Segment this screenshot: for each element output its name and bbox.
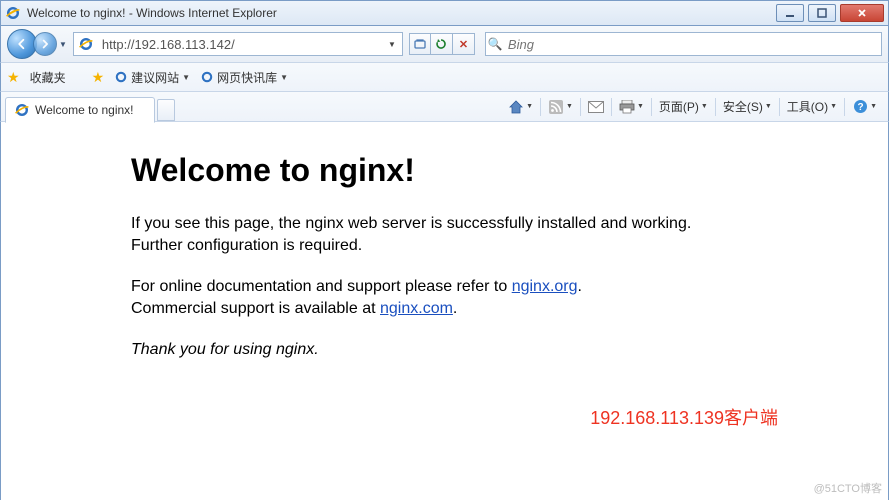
watermark: @51CTO博客	[814, 480, 882, 496]
nginx-com-link[interactable]: nginx.com	[380, 300, 453, 317]
close-button[interactable]	[840, 4, 884, 22]
nav-bar: ▼ ▼ ✕ 🔍	[0, 26, 889, 62]
favorites-bar: ★ 收藏夹 ★ 建议网站 ▼ 网页快讯库 ▼	[0, 62, 889, 92]
search-input[interactable]	[504, 35, 881, 54]
page-heading: Welcome to nginx!	[131, 152, 848, 189]
tab-icon	[14, 102, 30, 118]
client-annotation: 192.168.113.139客户端	[590, 404, 778, 430]
window-title: Welcome to nginx! - Windows Internet Exp…	[27, 6, 776, 20]
read-mail-button[interactable]	[585, 97, 607, 117]
maximize-button[interactable]	[808, 4, 836, 22]
mail-icon	[588, 99, 604, 115]
url-input[interactable]	[98, 35, 382, 54]
svg-text:?: ?	[857, 102, 863, 113]
nginx-thanks-text: Thank you for using nginx.	[131, 339, 731, 361]
rss-icon	[548, 99, 564, 115]
compat-button[interactable]	[409, 33, 431, 55]
home-button[interactable]: ▼	[505, 97, 536, 117]
site-icon	[78, 36, 94, 52]
fav-web-slice[interactable]: 网页快讯库 ▼	[200, 69, 288, 86]
print-button[interactable]: ▼	[616, 97, 647, 117]
help-icon: ?	[852, 99, 868, 115]
nginx-intro-text: If you see this page, the nginx web serv…	[131, 213, 731, 258]
stop-button[interactable]: ✕	[453, 33, 475, 55]
address-bar[interactable]: ▼	[73, 32, 403, 56]
favorites-star-icon[interactable]: ★	[7, 69, 20, 86]
search-box[interactable]: 🔍	[485, 32, 882, 56]
feeds-button[interactable]: ▼	[545, 97, 576, 117]
title-bar: Welcome to nginx! - Windows Internet Exp…	[0, 0, 889, 26]
tools-menu[interactable]: 工具(O) ▼	[784, 96, 840, 117]
window-controls	[776, 4, 884, 22]
search-icon: 🔍	[486, 37, 504, 51]
print-icon	[619, 99, 635, 115]
refresh-button[interactable]	[431, 33, 453, 55]
home-icon	[508, 99, 524, 115]
new-tab-button[interactable]	[157, 99, 175, 121]
page-menu[interactable]: 页面(P) ▼	[656, 96, 711, 117]
fav-suggested-sites[interactable]: 建议网站 ▼	[114, 69, 190, 86]
favorites-label[interactable]: 收藏夹	[30, 69, 66, 86]
tab-active[interactable]: Welcome to nginx!	[5, 97, 155, 123]
nginx-org-link[interactable]: nginx.org	[512, 278, 578, 295]
page-content: Welcome to nginx! If you see this page, …	[0, 122, 889, 500]
ie-icon	[5, 5, 21, 21]
minimize-button[interactable]	[776, 4, 804, 22]
favorites-add-icon[interactable]: ★	[92, 69, 105, 86]
forward-button[interactable]	[33, 32, 57, 56]
safety-menu[interactable]: 安全(S) ▼	[720, 96, 775, 117]
help-button[interactable]: ?▼	[849, 97, 880, 117]
address-controls: ✕	[409, 33, 475, 55]
command-bar: Welcome to nginx! ▼ ▼ ▼ 页面(P) ▼ 安全(S) ▼ …	[0, 92, 889, 122]
address-dropdown[interactable]: ▼	[382, 40, 402, 49]
nav-history-dropdown[interactable]: ▼	[59, 40, 67, 49]
tab-title: Welcome to nginx!	[35, 103, 134, 117]
nginx-doc-text: For online documentation and support ple…	[131, 276, 731, 321]
